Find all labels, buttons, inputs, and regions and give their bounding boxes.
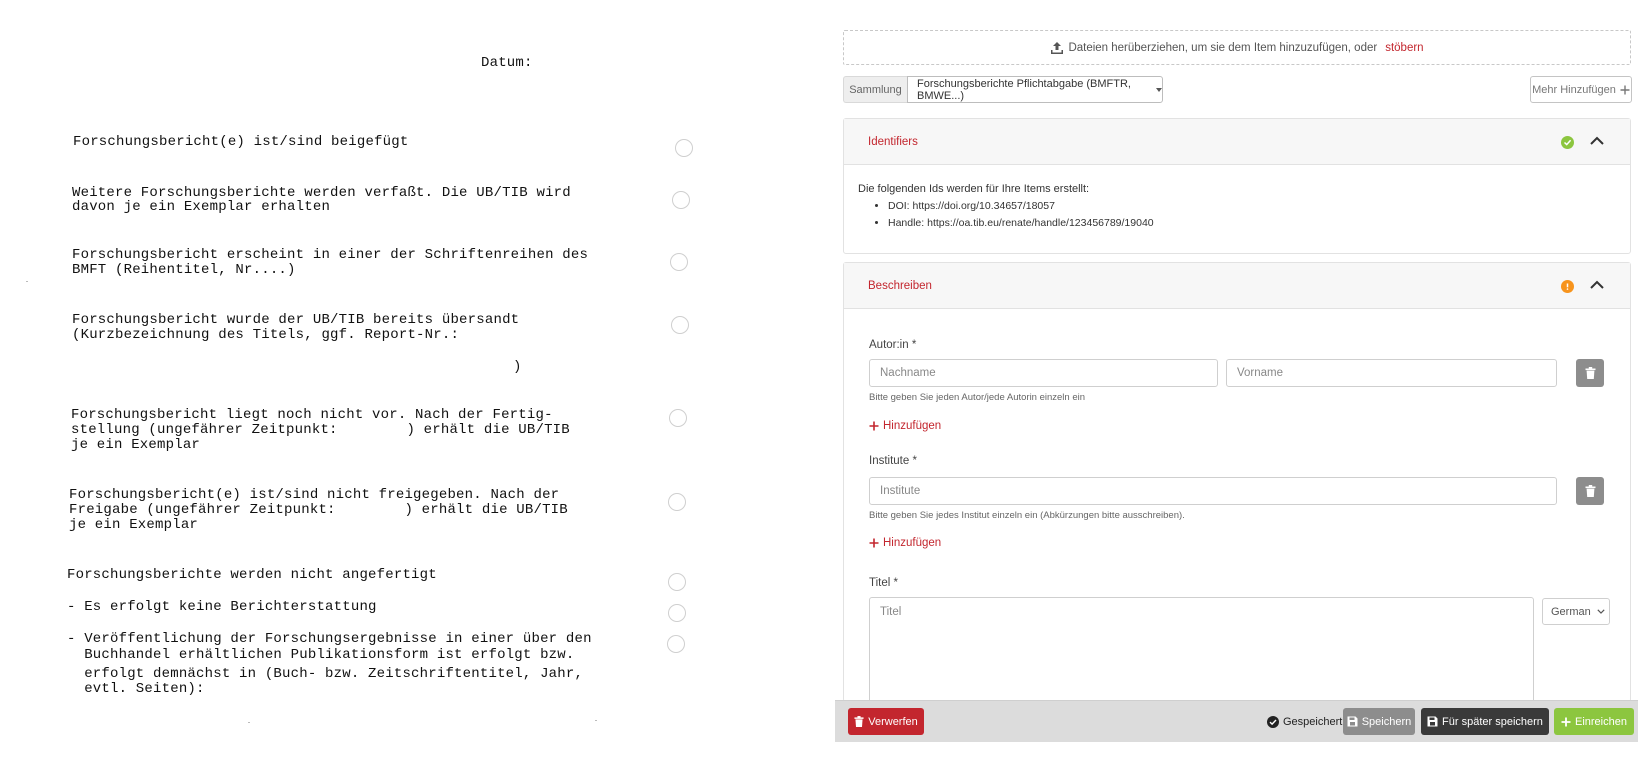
institute-input[interactable]: Institute (869, 477, 1557, 505)
author-help-text: Bitte geben Sie jeden Autor/jede Autorin… (869, 392, 1086, 403)
identifiers-intro: Die folgenden Ids werden für Ihre Items … (858, 183, 1090, 195)
doc-radio-circle[interactable] (669, 409, 687, 427)
doc-item-line: Forschungsbericht(e) ist/sind nicht frei… (69, 487, 560, 503)
identifiers-panel: Identifiers Die folgenden Ids werden für… (843, 118, 1631, 254)
floppy-disk-icon (1347, 716, 1358, 727)
institute-label: Institute * (869, 455, 917, 467)
identifiers-header[interactable]: Identifiers (844, 119, 1630, 165)
doc-item-line: Forschungsbericht erscheint in einer der… (72, 247, 589, 263)
title-textarea[interactable]: Titel (869, 597, 1534, 707)
scan-speck (248, 722, 250, 723)
add-more-button[interactable]: Mehr Hinzufügen (1530, 76, 1632, 103)
doc-radio-circle[interactable] (670, 253, 688, 271)
doc-item-line: je ein Exemplar (69, 517, 199, 533)
doc-radio-circle[interactable] (668, 493, 686, 511)
submit-label: Einreichen (1575, 715, 1627, 728)
add-institute-label: Hinzufügen (883, 537, 942, 549)
doc-item-line: Forschungsbericht(e) ist/sind beigefügt (73, 134, 409, 150)
describe-title: Beschreiben (868, 279, 932, 292)
plus-icon (869, 538, 879, 548)
author-lastname-input[interactable]: Nachname (869, 359, 1218, 387)
title-language-select[interactable]: German (1542, 598, 1610, 625)
doc-item-line: BMFT (Reihentitel, Nr....) (72, 262, 296, 278)
chevron-up-icon[interactable] (1590, 280, 1604, 289)
add-author-label: Hinzufügen (883, 420, 942, 432)
collection-label: Sammlung (843, 76, 907, 103)
plus-icon (869, 421, 879, 431)
doc-item-line: stellung (ungefährer Zeitpunkt: ) erhält… (71, 422, 570, 438)
trash-icon (1585, 367, 1595, 379)
doc-item-line: Forschungsbericht liegt noch nicht vor. … (71, 407, 553, 423)
identifiers-body: Die folgenden Ids werden für Ihre Items … (844, 165, 1630, 248)
doc-item-line: Freigabe (ungefährer Zeitpunkt: ) erhält… (69, 502, 568, 518)
doc-item-line: Forschungsberichte werden nicht angefert… (67, 567, 437, 583)
upload-icon (1051, 41, 1064, 54)
form-toolbar: Verwerfen Gespeichert Speichern Für spät… (835, 700, 1638, 742)
doc-item-line: je ein Exemplar (71, 437, 201, 453)
doc-item-line: erfolgt demnächst in (Buch- bzw. Zeitsch… (67, 666, 584, 682)
chevron-down-icon (1597, 609, 1605, 614)
discard-button[interactable]: Verwerfen (848, 708, 924, 735)
discard-label: Verwerfen (868, 715, 918, 728)
delete-author-button[interactable] (1576, 359, 1604, 387)
doc-radio-circle[interactable] (667, 635, 685, 653)
scan-speck (595, 720, 597, 721)
browse-link[interactable]: stöbern (1385, 42, 1423, 54)
identifier-list: DOI: https://doi.org/10.34657/18057 Hand… (888, 198, 1616, 232)
describe-header[interactable]: Beschreiben (844, 263, 1630, 309)
doc-radio-circle[interactable] (675, 139, 693, 157)
chevron-up-icon[interactable] (1590, 136, 1604, 145)
saved-status: Gespeichert (1267, 708, 1342, 735)
collection-select[interactable]: Forschungsberichte Pflichtabgabe (BMFTR,… (907, 76, 1163, 103)
institute-help-text: Bitte geben Sie jedes Institut einzeln e… (869, 510, 1185, 521)
doc-item-line: Buchhandel erhältlichen Publikationsform… (67, 647, 575, 663)
save-label: Speichern (1361, 715, 1412, 728)
trash-icon (1585, 485, 1595, 497)
check-circle-icon (1561, 136, 1574, 149)
save-for-later-button[interactable]: Für später speichern (1421, 708, 1549, 735)
save-for-later-label: Für später speichern (1442, 715, 1543, 728)
plus-icon (1620, 85, 1630, 94)
scanned-form-document: Datum: Forschungsbericht(e) ist/sind bei… (0, 0, 830, 767)
doc-radio-circle[interactable] (671, 316, 689, 334)
datum-label: Datum: (481, 55, 533, 71)
doc-item-line: davon je ein Exemplar erhalten (72, 199, 331, 215)
doc-item-line: evtl. Seiten): (67, 681, 205, 697)
floppy-disk-icon (1427, 716, 1438, 727)
language-value: German (1551, 605, 1591, 618)
saved-label: Gespeichert (1283, 715, 1343, 728)
doi-identifier: DOI: https://doi.org/10.34657/18057 (888, 198, 1616, 215)
submission-form: Dateien herüberziehen, um sie dem Item h… (835, 0, 1638, 767)
plus-icon (1561, 717, 1571, 726)
add-institute-link[interactable]: Hinzufügen (869, 537, 941, 549)
doc-item-line: (Kurzbezeichnung des Titels, ggf. Report… (72, 327, 460, 343)
check-circle-icon (1267, 715, 1279, 728)
collection-value: Forschungsberichte Pflichtabgabe (BMFTR,… (917, 77, 1131, 102)
author-label: Autor:in * (869, 339, 917, 351)
save-button[interactable]: Speichern (1343, 708, 1415, 735)
doc-radio-circle[interactable] (668, 573, 686, 591)
add-author-link[interactable]: Hinzufügen (869, 420, 941, 432)
warning-icon (1561, 280, 1574, 293)
doc-closing-paren: ) (513, 359, 522, 375)
doc-item-line: - Veröffentlichung der Forschungsergebni… (67, 631, 592, 647)
delete-institute-button[interactable] (1576, 477, 1604, 505)
doc-radio-circle[interactable] (672, 191, 690, 209)
file-dropzone[interactable]: Dateien herüberziehen, um sie dem Item h… (843, 30, 1631, 65)
doc-item-line: Forschungsbericht wurde der UB/TIB berei… (72, 312, 520, 328)
caret-down-icon (1156, 87, 1162, 92)
title-label: Titel * (869, 577, 898, 589)
scan-speck (26, 281, 28, 282)
doc-radio-circle[interactable] (668, 604, 686, 622)
add-more-label: Mehr Hinzufügen (1532, 83, 1616, 96)
doc-item-line: - Es erfolgt keine Berichterstattung (67, 599, 377, 615)
dropzone-text: Dateien herüberziehen, um sie dem Item h… (1068, 41, 1378, 54)
author-firstname-input[interactable]: Vorname (1226, 359, 1557, 387)
trash-icon (854, 716, 864, 727)
identifiers-title: Identifiers (868, 135, 918, 148)
handle-identifier: Handle: https://oa.tib.eu/renate/handle/… (888, 215, 1616, 232)
submit-button[interactable]: Einreichen (1554, 708, 1634, 735)
